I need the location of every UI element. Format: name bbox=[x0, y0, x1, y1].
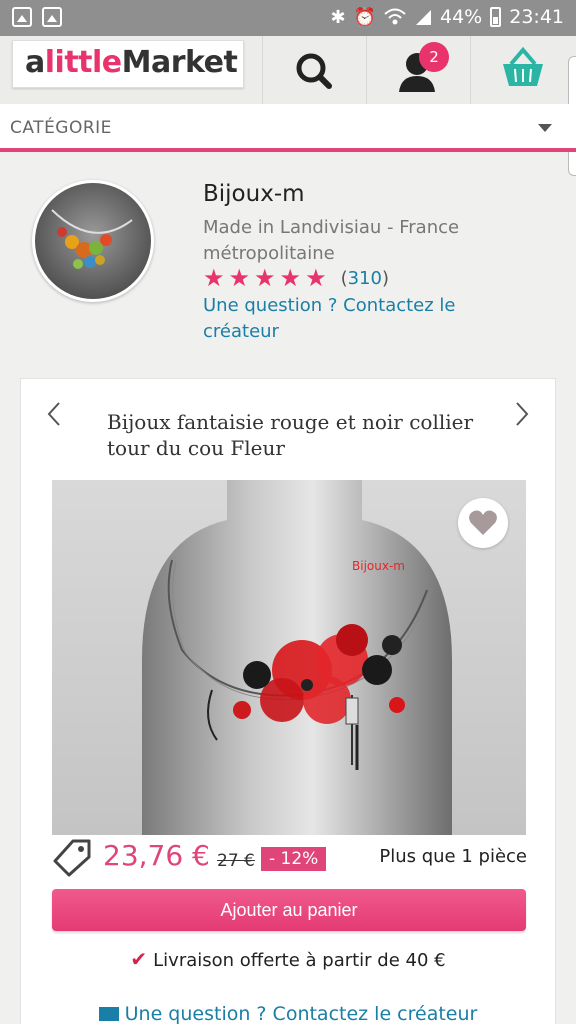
previous-product-button[interactable] bbox=[45, 401, 65, 426]
heart-icon bbox=[469, 510, 497, 535]
battery-icon bbox=[490, 7, 502, 27]
star-icon: ★ bbox=[279, 264, 302, 292]
star-icon: ★ bbox=[254, 264, 276, 292]
delivery-text: Livraison offerte à partir de 40 € bbox=[153, 950, 446, 971]
app-header: alittleMarket 2 bbox=[0, 36, 576, 104]
category-dropdown[interactable]: CATÉGORIE bbox=[0, 104, 576, 152]
alarm-icon: ⏰ bbox=[353, 6, 376, 28]
account-button[interactable]: 2 bbox=[366, 36, 470, 104]
review-count-number: 310 bbox=[347, 267, 382, 289]
search-icon bbox=[296, 53, 332, 89]
favorite-button[interactable] bbox=[458, 498, 508, 548]
mail-icon bbox=[98, 1007, 119, 1021]
old-price: 27 € bbox=[217, 851, 255, 871]
photo-watermark: Bijoux-m bbox=[352, 559, 405, 573]
notification-badge: 2 bbox=[419, 42, 449, 72]
discount-badge: - 12% bbox=[261, 847, 327, 871]
shop-location: Made in Landivisiau - France métropolita… bbox=[203, 217, 460, 264]
check-icon: ✔ bbox=[130, 947, 148, 971]
contact-creator-bottom-link[interactable]: Une question ? Contactez le créateur bbox=[21, 1003, 555, 1024]
price-row: 23,76 € 27 € - 12% Plus que 1 pièce bbox=[51, 835, 527, 879]
chevron-left-icon bbox=[47, 402, 60, 426]
price-tag-icon bbox=[53, 839, 91, 877]
bluetooth-icon: ✱ bbox=[330, 6, 346, 28]
shop-rating[interactable]: ★ ★ ★ ★ ★ (310) bbox=[203, 266, 389, 290]
logo[interactable]: alittleMarket bbox=[12, 40, 244, 88]
star-icon: ★ bbox=[228, 264, 251, 292]
shop-name[interactable]: Bijoux-m bbox=[203, 181, 305, 207]
cart-icon bbox=[503, 46, 543, 86]
gallery-icon bbox=[42, 7, 62, 27]
logo-part-little: little bbox=[44, 45, 122, 80]
battery-percent: 44% bbox=[440, 6, 483, 28]
logo-part-market: Market bbox=[121, 45, 238, 80]
user-icon bbox=[399, 53, 435, 92]
chevron-right-icon bbox=[516, 402, 529, 426]
chevron-down-icon bbox=[538, 124, 552, 132]
logo-part-a: a bbox=[25, 45, 45, 80]
contact-bottom-text: Une question ? Contactez le créateur bbox=[124, 1003, 478, 1024]
review-count[interactable]: (310) bbox=[341, 268, 389, 289]
image-icon bbox=[12, 7, 32, 27]
next-product-button[interactable] bbox=[511, 401, 531, 426]
review-count-close: ) bbox=[381, 267, 389, 289]
add-to-cart-button[interactable]: Ajouter au panier bbox=[52, 889, 526, 931]
wifi-icon bbox=[384, 8, 406, 25]
search-button[interactable] bbox=[262, 36, 366, 104]
status-bar: ✱ ⏰ 44% 23:41 bbox=[0, 0, 576, 36]
review-count-open: ( bbox=[340, 267, 348, 289]
category-label: CATÉGORIE bbox=[10, 118, 112, 138]
delivery-info: ✔ Livraison offerte à partir de 40 € bbox=[21, 947, 555, 971]
signal-icon bbox=[416, 10, 431, 25]
cart-button[interactable] bbox=[470, 36, 574, 104]
star-icon: ★ bbox=[203, 264, 225, 292]
product-photo[interactable]: Bijoux-m bbox=[52, 480, 526, 835]
product-title: Bijoux fantaisie rouge et noir collier t… bbox=[107, 410, 474, 460]
price: 23,76 € bbox=[103, 839, 210, 872]
clock: 23:41 bbox=[509, 6, 564, 28]
star-icon: ★ bbox=[305, 264, 327, 292]
stock-status: Plus que 1 pièce bbox=[379, 846, 527, 867]
product-card: Bijoux fantaisie rouge et noir collier t… bbox=[20, 378, 556, 1024]
shop-avatar[interactable] bbox=[32, 180, 154, 302]
contact-creator-link[interactable]: Une question ? Contactez le créateur bbox=[203, 293, 503, 345]
